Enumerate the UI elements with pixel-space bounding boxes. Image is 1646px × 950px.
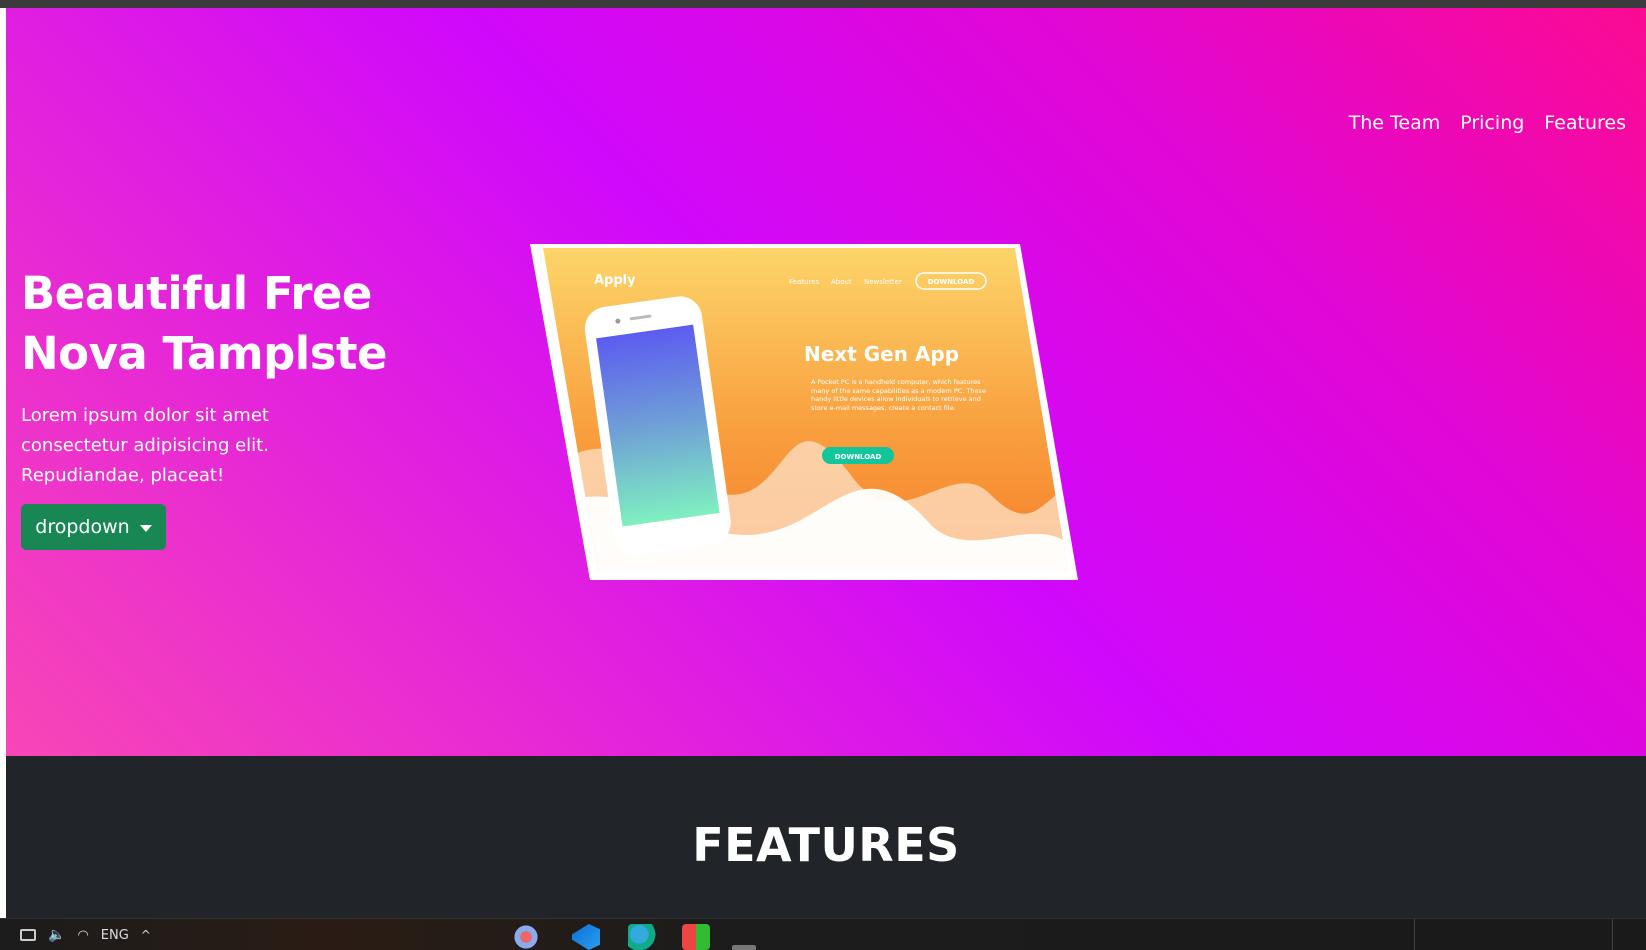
features-title: FEATURES <box>692 818 960 872</box>
taskbar-divider <box>1414 919 1415 950</box>
battery-icon[interactable] <box>20 929 36 941</box>
dropdown-label: dropdown <box>35 516 130 538</box>
mockup-body: A Pocket PC is a handheld computer, whic… <box>811 378 986 412</box>
mockup-download-outline: DOWNLOAD <box>928 278 975 286</box>
vscode-icon[interactable] <box>572 924 600 950</box>
main-nav: The Team Pricing Features <box>1349 112 1626 134</box>
mockup-logo: Apply <box>594 273 636 288</box>
hero-section: The Team Pricing Features Beautiful Free… <box>6 8 1646 756</box>
mockup-heading: Next Gen App <box>804 342 959 366</box>
nav-link-pricing[interactable]: Pricing <box>1460 112 1524 134</box>
app-mockup-image: Apply Features About Newsletter DOWNLOAD… <box>530 244 1110 604</box>
window-top-bar <box>0 0 1646 8</box>
mockup-nav-newsletter: Newsletter <box>864 278 902 286</box>
windows-taskbar: 🔈 ◠ ENG ^ <box>0 918 1646 950</box>
hero-title: Beautiful Free Nova Tamplste <box>21 267 388 380</box>
photos-app-icon[interactable] <box>512 924 540 950</box>
mockup-body-wrap: A Pocket PC is a handheld computer, whic… <box>811 378 986 412</box>
mockup-nav-about: About <box>831 278 852 286</box>
system-tray: 🔈 ◠ ENG ^ <box>20 927 151 943</box>
nav-link-features[interactable]: Features <box>1544 112 1626 134</box>
dropdown-button[interactable]: dropdown <box>21 504 166 550</box>
nav-link-the-team[interactable]: The Team <box>1349 112 1441 134</box>
store-icon[interactable] <box>682 924 710 950</box>
mockup-illustration: Apply Features About Newsletter DOWNLOAD… <box>530 244 1078 580</box>
running-app-indicator[interactable] <box>732 945 756 950</box>
show-desktop-divider[interactable] <box>1612 919 1613 950</box>
mockup-nav-features: Features <box>789 278 819 286</box>
volume-icon[interactable]: 🔈 <box>48 927 65 943</box>
edge-browser-icon[interactable] <box>628 924 656 950</box>
language-indicator[interactable]: ENG <box>101 928 129 943</box>
hero-text: Lorem ipsum dolor sit amet consectetur a… <box>21 405 269 486</box>
mockup-download-button: DOWNLOAD <box>835 453 882 461</box>
features-section: FEATURES <box>6 756 1646 918</box>
caret-down-icon <box>139 524 152 532</box>
chevron-up-icon[interactable]: ^ <box>141 928 151 942</box>
wifi-icon[interactable]: ◠ <box>77 928 88 943</box>
